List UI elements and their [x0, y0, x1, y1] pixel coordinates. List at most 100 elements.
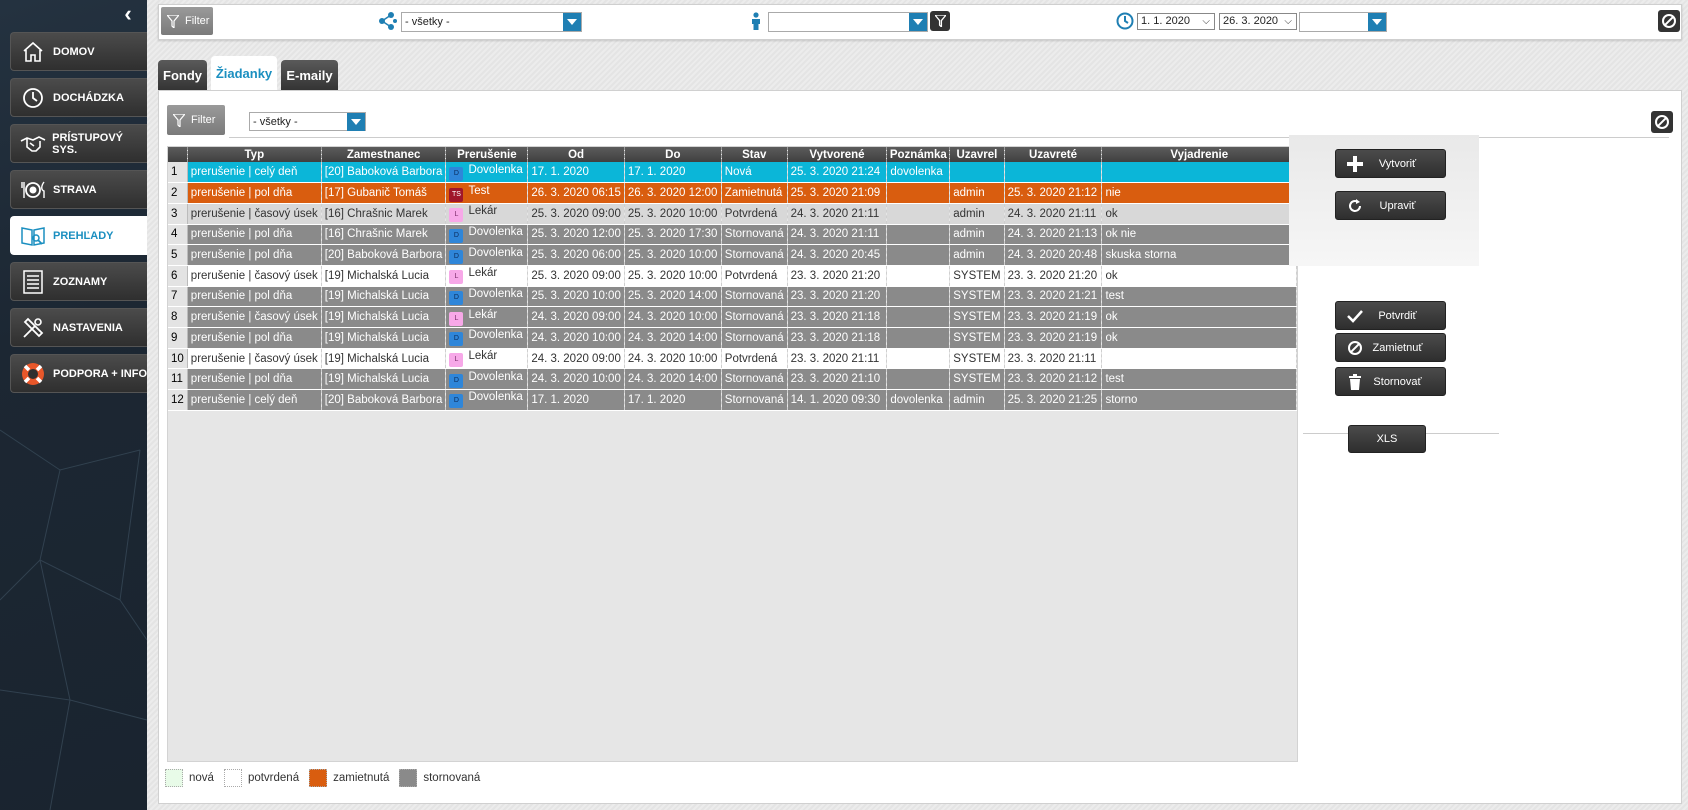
cell-uzavrete: 24. 3. 2020 21:11: [1004, 203, 1103, 225]
table-row[interactable]: 5 prerušenie | pol dňa [20] Baboková Barbo…: [168, 244, 1297, 266]
column-header[interactable]: Prerušenie: [445, 147, 529, 162]
column-header[interactable]: Typ: [187, 147, 322, 162]
status-select[interactable]: - všetky -: [249, 112, 366, 131]
tab-fondy[interactable]: Fondy: [158, 60, 207, 90]
absence-type-label: Lekár: [468, 205, 498, 218]
column-header[interactable]: Od: [527, 147, 625, 162]
person-filter-button[interactable]: [930, 11, 950, 31]
row-number: 6: [168, 265, 188, 287]
reject-button[interactable]: Zamietnuť: [1335, 333, 1446, 362]
date-to-select[interactable]: 26. 3. 2020 ⌵: [1219, 13, 1297, 30]
sidebar-item-plate[interactable]: STRAVA: [10, 170, 148, 209]
row-number: 7: [168, 286, 188, 308]
cell-stav: Stornovaná: [721, 389, 788, 411]
lifebuoy-icon: [19, 360, 47, 388]
cell-stav: Stornovaná: [721, 224, 788, 246]
chevron-down-icon: [347, 113, 365, 131]
cell-vyj: [1101, 162, 1297, 184]
sidebar-item-handshake[interactable]: PRÍSTUPOVÝ SYS.: [10, 124, 148, 163]
column-header[interactable]: Poznámka: [886, 147, 951, 162]
cell-pozn: [886, 306, 951, 328]
edit-button[interactable]: Upraviť: [1335, 191, 1446, 220]
cell-pozn: [886, 182, 951, 204]
cell-typ: prerušenie | pol dňa: [187, 368, 322, 391]
cell-vyj: ok nie: [1101, 224, 1297, 246]
table-row[interactable]: 4 prerušenie | pol dňa [16] Chrašnic Marek…: [168, 224, 1297, 246]
cell-zam: [19] Michalská Lucia: [321, 306, 447, 328]
table-row[interactable]: 1 prerušenie | celý deň [20] Baboková Barb…: [168, 162, 1297, 184]
confirm-button[interactable]: Potvrdiť: [1335, 301, 1446, 330]
top-reset-button[interactable]: [1658, 10, 1680, 32]
column-header[interactable]: Zamestnanec: [321, 147, 447, 162]
table-row[interactable]: 9 prerušenie | pol dňa [19] Michalská Luci…: [168, 327, 1297, 349]
legend-label: stornovaná: [423, 772, 481, 784]
group-select[interactable]: - všetky -: [401, 12, 582, 32]
top-filter-button[interactable]: Filter: [161, 7, 213, 35]
date-to-value: 26. 3. 2020: [1223, 15, 1279, 27]
cell-od: 25. 3. 2020 09:00: [527, 265, 625, 287]
reports-icon: [19, 222, 47, 250]
cell-do: 17. 1. 2020: [624, 389, 722, 411]
cell-prer: L Lekár: [445, 348, 529, 370]
column-header[interactable]: Vytvorené: [787, 147, 888, 162]
table-row[interactable]: 6 prerušenie | časový úsek [19] Michalská …: [168, 265, 1297, 287]
sidebar-item-tools[interactable]: NASTAVENIA: [10, 308, 148, 347]
block-icon: [1342, 340, 1368, 356]
table-row[interactable]: 12 prerušenie | celý deň [20] Baboková Bar…: [168, 389, 1297, 411]
table-row[interactable]: 10 prerušenie | časový úsek [19] Michalská…: [168, 348, 1297, 370]
edit-label: Upraviť: [1379, 199, 1416, 212]
cell-vytv: 23. 3. 2020 21:11: [787, 348, 888, 370]
sidebar-item-lifebuoy[interactable]: PODPORA + INFO: [10, 354, 148, 393]
sidebar-item-label: STRAVA: [53, 183, 97, 196]
sidebar-item-reports[interactable]: PREHĽADY: [10, 216, 148, 255]
tab-emaily[interactable]: E-maily: [281, 60, 338, 90]
table-row[interactable]: 8 prerušenie | časový úsek [19] Michalská …: [168, 306, 1297, 328]
cell-od: 25. 3. 2020 10:00: [527, 286, 625, 308]
row-number: 3: [168, 203, 188, 225]
column-header[interactable]: Vyjadrenie: [1101, 147, 1297, 162]
cell-vytv: 23. 3. 2020 21:18: [787, 327, 888, 349]
cell-od: 25. 3. 2020 12:00: [527, 224, 625, 246]
cell-pozn: [886, 368, 951, 391]
table-row[interactable]: 3 prerušenie | časový úsek [16] Chrašnic M…: [168, 203, 1297, 225]
cancel-request-button[interactable]: Stornovať: [1335, 367, 1446, 396]
chevron-down-icon: ⌵: [1202, 16, 1210, 27]
cell-uzavrel: [949, 162, 1005, 184]
cell-prer: L Lekár: [445, 203, 529, 225]
cell-zam: [19] Michalská Lucia: [321, 348, 447, 370]
person-select[interactable]: [768, 12, 928, 32]
tab-ziadanky[interactable]: Žiadanky: [211, 56, 277, 90]
panel-reset-button[interactable]: [1651, 111, 1673, 133]
column-header[interactable]: Uzavrel: [949, 147, 1005, 162]
column-header[interactable]: Uzavreté: [1004, 147, 1103, 162]
xls-export-button[interactable]: XLS: [1348, 425, 1426, 453]
cell-zam: [17] Gubanič Tomáš: [321, 182, 447, 204]
top-filter-label: Filter: [185, 15, 210, 27]
cell-od: 24. 3. 2020 09:00: [527, 306, 625, 328]
period-select[interactable]: [1299, 12, 1387, 32]
sidebar-item-home[interactable]: DOMOV: [10, 32, 148, 71]
cell-pozn: [886, 203, 951, 225]
cell-prer: L Lekár: [445, 306, 529, 328]
absence-type-badge: D: [449, 332, 464, 347]
sidebar-item-list[interactable]: ZOZNAMY: [10, 262, 148, 301]
table-row[interactable]: 7 prerušenie | pol dňa [19] Michalská Luci…: [168, 286, 1297, 308]
create-button[interactable]: Vytvoriť: [1335, 149, 1446, 178]
row-number: 12: [168, 389, 188, 411]
cell-od: 24. 3. 2020 10:00: [527, 368, 625, 391]
collapse-sidebar-button[interactable]: ‹: [118, 3, 138, 25]
sidebar-item-clock[interactable]: DOCHÁDZKA: [10, 78, 148, 117]
absence-type-label: Test: [468, 184, 490, 197]
cell-vyj: ok: [1101, 265, 1297, 287]
cell-zam: [19] Michalská Lucia: [321, 286, 447, 308]
date-from-select[interactable]: 1. 1. 2020 ⌵: [1137, 13, 1215, 30]
column-header[interactable]: Do: [624, 147, 722, 162]
table-row[interactable]: 11 prerušenie | pol dňa [19] Michalská Luc…: [168, 368, 1297, 391]
cell-uzavrel: SYSTEM: [949, 348, 1005, 370]
cell-pozn: [886, 265, 951, 287]
table-row[interactable]: 2 prerušenie | pol dňa [17] Gubanič Tomáš T…: [168, 182, 1297, 204]
absence-type-label: Lekár: [468, 308, 498, 321]
trash-icon: [1342, 373, 1368, 390]
column-header[interactable]: Stav: [721, 147, 788, 162]
panel-filter-button[interactable]: Filter: [167, 105, 225, 135]
